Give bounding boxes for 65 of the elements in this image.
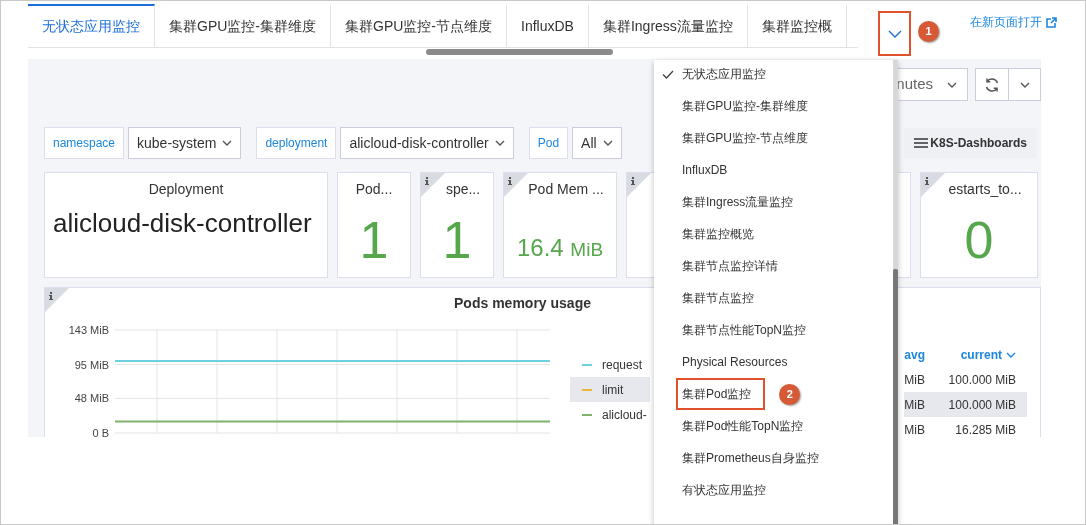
table-cell: 100.000 MiB xyxy=(925,392,1027,417)
table-cell: MiB xyxy=(904,417,925,437)
panel-title: spe... xyxy=(445,180,481,199)
menu-item[interactable]: 集群节点性能TopN监控 xyxy=(654,314,893,346)
table-cell: MiB xyxy=(904,367,925,392)
menu-item[interactable]: 集群节点监控详情 xyxy=(654,250,893,282)
stat-value: 1 xyxy=(441,214,473,266)
menu-item[interactable]: Physical Resources xyxy=(654,346,893,378)
column-header[interactable]: current xyxy=(960,347,1002,362)
menu-item[interactable]: 集群GPU监控-节点维度 xyxy=(654,122,893,154)
chart-title: Pods memory usage xyxy=(454,294,591,313)
table-cell: 100.000 MiB xyxy=(925,367,1027,392)
table-cell: 16.285 MiB xyxy=(925,417,1027,437)
variable-select[interactable]: alicloud-disk-controller xyxy=(340,127,514,159)
panel-title: Pod... xyxy=(355,180,393,199)
panel-title: estarts_to... xyxy=(948,180,1022,199)
variable-select[interactable]: kube-system xyxy=(128,127,242,159)
open-in-new-page-link[interactable]: 在新页面打开 xyxy=(970,13,1057,31)
variable-select[interactable]: All xyxy=(572,127,622,159)
variable-label: deployment xyxy=(256,127,337,159)
refresh-icon xyxy=(984,76,1000,93)
caret-icon xyxy=(1019,81,1030,88)
external-link-icon xyxy=(1046,16,1057,28)
dashboards-button[interactable]: K8S-Dashboards xyxy=(904,128,1037,158)
menu-item[interactable]: InfluxDB xyxy=(654,154,893,186)
variable-label: namespace xyxy=(44,127,125,159)
menu-item[interactable]: 集群Ingress流量监控 xyxy=(654,186,893,218)
tab[interactable]: 无状态应用监控 xyxy=(28,4,155,47)
menu-item[interactable]: 集群Pod监控 2 xyxy=(654,378,893,410)
callout-badge: 1 xyxy=(918,21,939,42)
axis-tick-label: 143 MiB xyxy=(68,324,109,336)
panel-title: Pod Mem ... xyxy=(528,180,604,199)
sort-caret-icon xyxy=(1006,352,1016,359)
menu-item[interactable]: 集群节点监控 xyxy=(654,282,893,314)
menu-item[interactable]: 集群GPU监控-集群维度 xyxy=(654,90,893,122)
caret-icon xyxy=(222,140,233,146)
axis-tick-label: 0 B xyxy=(92,427,109,437)
caret-icon xyxy=(602,140,613,146)
stat-value: alicloud-disk-controller xyxy=(52,207,313,239)
menu-icon xyxy=(914,138,929,148)
stat-value: 16.4 MiB xyxy=(515,233,605,263)
caret-icon xyxy=(947,81,957,88)
caret-icon xyxy=(494,140,505,146)
scrollbar-thumb[interactable] xyxy=(426,49,613,55)
variable-label: Pod xyxy=(528,127,569,159)
more-tabs-button[interactable] xyxy=(878,11,911,56)
menu-item[interactable]: 集群Prometheus自身监控 xyxy=(654,442,893,474)
scrollbar-thumb[interactable] xyxy=(893,269,898,524)
axis-tick-label: 95 MiB xyxy=(74,358,109,371)
menu-item[interactable]: 集群监控概览 xyxy=(654,218,893,250)
menu-item[interactable]: 集群Pod性能TopN监控 xyxy=(654,410,893,442)
check-icon xyxy=(662,70,674,80)
chevron-down-icon xyxy=(887,29,902,38)
stat-value: 1 xyxy=(358,214,390,266)
legend-item[interactable]: limit xyxy=(570,377,650,402)
panel-title: Deployment xyxy=(148,180,224,199)
stat-value: 0 xyxy=(963,214,995,266)
table-cell: MiB xyxy=(904,392,925,417)
column-header[interactable]: avg xyxy=(904,347,925,362)
menu-item[interactable]: 有状态应用监控 xyxy=(654,474,893,506)
axis-tick-label: 48 MiB xyxy=(74,392,109,405)
legend-item[interactable]: alicloud- xyxy=(570,402,650,427)
legend-item[interactable]: request xyxy=(570,352,650,377)
callout-badge: 2 xyxy=(779,383,801,405)
menu-item[interactable]: 无状态应用监控 xyxy=(654,60,893,90)
